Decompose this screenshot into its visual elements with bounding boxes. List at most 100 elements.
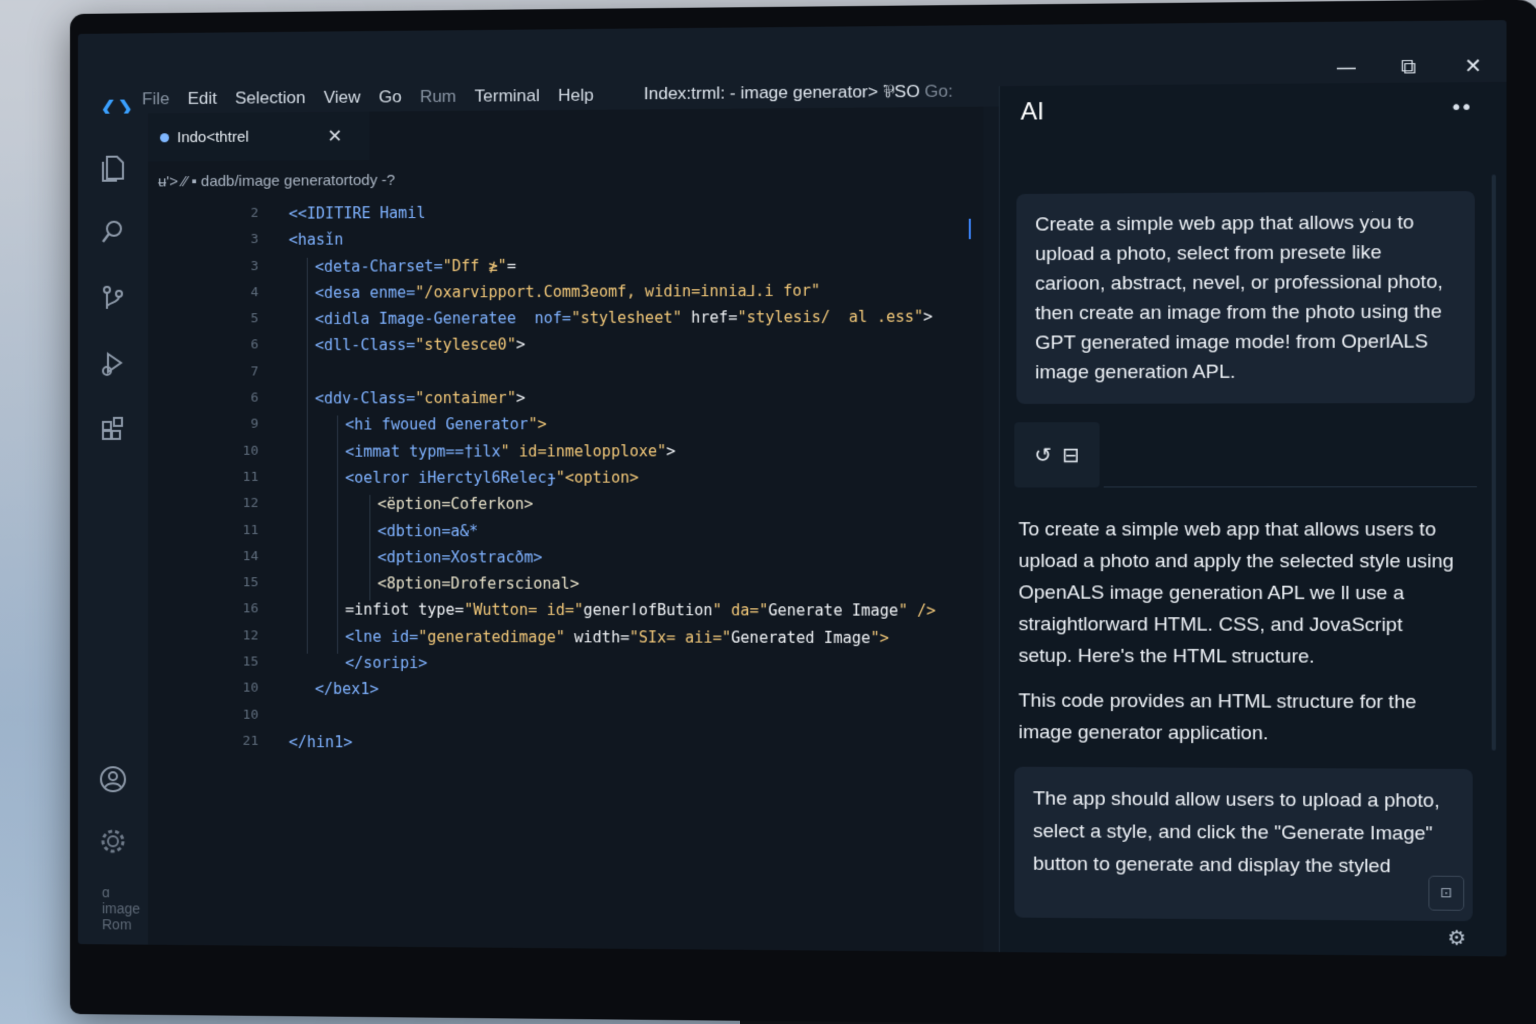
menu-item-terminal[interactable]: Terminal [475, 86, 540, 107]
code-line[interactable]: 10 </bex1> [148, 676, 983, 705]
tab-close-icon[interactable]: ✕ [327, 125, 342, 146]
assistant-reply-paragraph-1: To create a simple web app that allows u… [1018, 519, 1454, 668]
code-token: <<IDITIRE Hamil [288, 203, 426, 223]
code-token: <deta-Charset= [314, 256, 443, 276]
code-line[interactable]: 6 <dll-Class="stylesce0"> [148, 330, 983, 359]
attach-icon[interactable]: ⊡ [1428, 875, 1465, 911]
ai-panel-title: AI [1020, 97, 1045, 126]
status-bar-text: ɑ image Rom [101, 884, 141, 933]
code-line[interactable]: 11 <oelror iHerctyl6Relecɟ"<option> [148, 464, 983, 491]
account-icon[interactable] [98, 764, 128, 794]
code-text: <dll-Class="stylesce0"> [315, 332, 525, 359]
code-area[interactable]: 2 <<IDITIRE Hamil 3 <hasǐn 3 <deta-Charset="D… [148, 196, 983, 758]
code-token: "> [870, 628, 890, 647]
code-line[interactable]: 12 <lne id="generatedimage" width="SIx= a… [148, 623, 983, 652]
file-modified-dot-icon [160, 132, 170, 142]
code-token: > [923, 307, 933, 327]
code-token: <dbtion=a&* [377, 521, 479, 540]
line-number: 11 [242, 522, 259, 538]
code-text: <lne id="generatedimage" width="SIx= aii… [345, 623, 889, 651]
code-line[interactable]: 12 <ëption=Coferkon> [148, 491, 983, 518]
code-text: <<IDITIRE Hamil [289, 200, 426, 227]
source-control-icon[interactable] [98, 284, 128, 314]
code-text: <hi fwoued Generator"> [345, 411, 546, 438]
editor-scrollbar[interactable] [968, 218, 971, 240]
code-line[interactable]: 15 <8ption=Droferscional> [148, 570, 983, 598]
code-line[interactable]: 10 <immat typm==†ilx" id=inmelopploxe"> [148, 437, 983, 465]
files-icon[interactable] [98, 154, 128, 184]
menu-item-file[interactable]: File [142, 89, 169, 109]
code-token: " /> [898, 601, 936, 621]
tab-label: Indo<thtrel [177, 128, 249, 146]
code-line[interactable]: 15 </soripi> [148, 649, 983, 678]
line-number: 15 [242, 575, 259, 591]
code-line[interactable]: 16 =infiot type="Wutton= id="generǀofButi… [148, 597, 983, 625]
code-token: <dption=Xostracðm> [377, 548, 543, 567]
code-token: </hin1> [288, 732, 353, 752]
code-token: " id=inmelopploxe" [500, 441, 667, 461]
code-text: <8ption=Droferscional> [377, 574, 580, 593]
undo-icon[interactable]: ↺ [1034, 443, 1051, 467]
screen: ❮❯ File Edit Selection View Go Rum Terminal Hel… [77, 20, 1507, 957]
menu-item-go[interactable]: Go [379, 87, 402, 107]
menu-item-selection[interactable]: Selection [235, 88, 305, 109]
code-line[interactable]: 5 <didla Image-Generatee nof="stylesheet"… [148, 303, 983, 333]
code-token: <immat typm==†ilx [345, 442, 501, 461]
tab-index-html[interactable]: Indo<thtrel ✕ [148, 111, 370, 162]
code-text: <hasǐn [289, 227, 344, 253]
menu-item-edit[interactable]: Edit [188, 89, 217, 109]
code-line[interactable]: 7 [148, 357, 983, 386]
code-text: <didla Image-Generatee nof="stylesheet" … [315, 304, 933, 333]
code-line[interactable]: 21 </hin1> [148, 728, 983, 758]
code-text: </hin1> [289, 729, 353, 755]
copy-icon[interactable]: ⊟ [1062, 443, 1079, 468]
settings-icon[interactable] [98, 826, 128, 856]
code-token: "stylesis/ al .ess" [737, 307, 924, 327]
code-token: "Wutton= id=" [463, 601, 584, 620]
code-line[interactable]: 10 [148, 702, 983, 732]
line-number: 16 [242, 601, 259, 617]
indent-guide [337, 415, 339, 654]
line-number: 5 [250, 311, 259, 327]
line-number: 4 [250, 285, 259, 301]
minimize-button[interactable]: — [1336, 54, 1357, 79]
line-number: 11 [242, 469, 259, 485]
code-token: > [666, 441, 676, 461]
run-debug-icon[interactable] [98, 348, 128, 378]
breadcrumb[interactable]: ʉ'> ⁄⁄ ▪ dadb/image generatortody -? [158, 172, 395, 191]
extensions-icon[interactable] [98, 414, 128, 444]
restore-button[interactable]: ⧉ [1401, 54, 1416, 79]
menu-item-view[interactable]: View [324, 88, 361, 108]
divider [1103, 486, 1477, 488]
menu-item-rum[interactable]: Rum [420, 87, 456, 107]
indent-guide [306, 257, 308, 654]
menu-item-help[interactable]: Help [558, 86, 594, 107]
code-line[interactable]: 4 <desa enme="/oxarvipport.CommЗeomf, wid… [148, 277, 983, 307]
code-token: "stylesce0" [415, 335, 517, 355]
line-number: 15 [242, 654, 259, 670]
code-token: " da=" [712, 601, 769, 620]
ai-scrollbar[interactable] [1491, 174, 1496, 751]
code-line[interactable]: 6 <ddv-Class="contaimer"> [148, 384, 983, 412]
search-icon[interactable] [98, 218, 128, 248]
code-token: href= [681, 308, 738, 327]
more-options-icon[interactable]: •• [1450, 94, 1471, 119]
tools-icon[interactable]: ⚙ [1447, 925, 1466, 950]
editor: Indo<thtrel ✕ ʉ'> ⁄⁄ ▪ dadb/image genera… [148, 106, 984, 952]
code-token: <hasǐn [288, 230, 344, 250]
code-line[interactable]: 9 <hi fwoued Generator"> [148, 411, 983, 439]
code-token: generǀofBution [583, 601, 713, 620]
code-line[interactable]: 3 <deta-Charset="Dff ≱"= [148, 250, 983, 281]
close-button[interactable]: ✕ [1464, 53, 1482, 78]
code-token: width= [564, 627, 630, 647]
user-prompt-bubble: Create a simple web app that allows you … [1016, 191, 1475, 404]
code-line[interactable]: 14 <dption=Xostracðm> [148, 544, 983, 571]
code-text: <desa enme="/oxarvipport.CommЗeomf, widi… [315, 277, 820, 306]
code-token: </soripi> [345, 653, 428, 673]
line-number: 2 [250, 205, 259, 221]
code-token: > [516, 388, 526, 408]
assistant-reply-paragraph-2: This code provides an HTML structure for… [1018, 690, 1417, 745]
assistant-reply-bubble: The app should allow users to upload a p… [1014, 766, 1473, 922]
line-number: 14 [242, 548, 259, 565]
code-line[interactable]: 11 <dbtion=a&* [148, 518, 983, 545]
